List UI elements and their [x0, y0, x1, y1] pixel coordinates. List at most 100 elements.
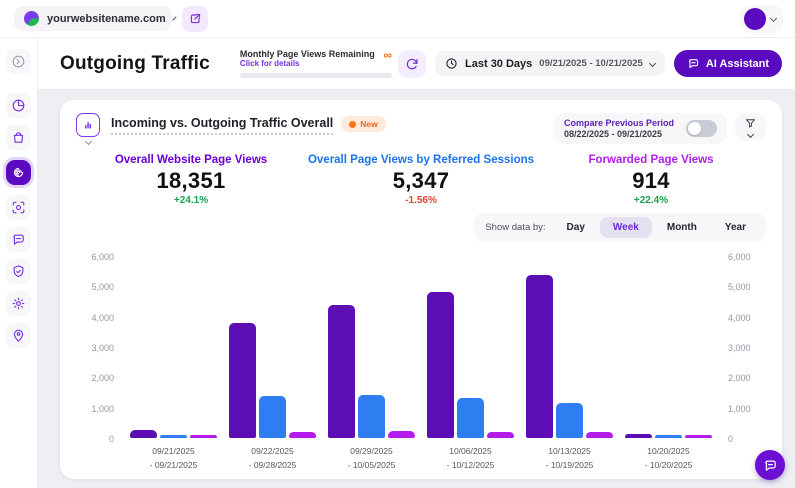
metric-forwarded-page-views: Forwarded Page Views 914 +22.4%: [536, 154, 766, 206]
quota-details-link[interactable]: Click for details: [240, 59, 383, 68]
sidebar-item-security[interactable]: [6, 259, 31, 284]
metric-value: 5,347: [306, 168, 536, 194]
y-tick-label: 6,000: [76, 252, 114, 262]
traffic-spiral-icon: [11, 165, 26, 180]
bar-website-page-views[interactable]: [130, 430, 157, 438]
page-title: Outgoing Traffic: [60, 53, 210, 75]
top-bar: yourwebsitename.com: [0, 0, 795, 38]
sidebar: [0, 38, 38, 488]
open-website-button[interactable]: [182, 6, 208, 32]
chat-widget-button[interactable]: [755, 450, 785, 480]
new-badge-label: New: [360, 119, 377, 129]
tab-period-year[interactable]: Year: [712, 217, 759, 238]
metric-delta: -1.56%: [306, 195, 536, 206]
bar-forwarded-page-views[interactable]: [388, 431, 415, 438]
metric-website-page-views: Overall Website Page Views 18,351 +24.1%: [76, 154, 306, 206]
chat-icon: [11, 232, 26, 247]
bar-website-page-views[interactable]: [328, 305, 355, 438]
chart-plot-area: 09/21/2025- 09/21/2025 09/22/2025- 09/28/…: [120, 252, 722, 473]
date-range-selector[interactable]: Last 30 Days 09/21/2025 - 10/21/2025: [435, 51, 665, 76]
y-tick-label: 0: [76, 434, 114, 444]
refresh-button[interactable]: [398, 50, 426, 78]
chevron-down-icon: [649, 60, 656, 67]
y-tick-label: 3,000: [728, 343, 766, 353]
bar-forwarded-page-views[interactable]: [289, 432, 316, 438]
bar-group: 09/29/2025- 10/05/2025: [328, 252, 415, 473]
card-title[interactable]: Incoming vs. Outgoing Traffic Overall: [111, 116, 333, 135]
compare-toggle[interactable]: [686, 120, 717, 137]
tab-period-month[interactable]: Month: [654, 217, 710, 238]
bar-referred-sessions[interactable]: [655, 435, 682, 438]
x-axis-label: 09/21/2025- 09/21/2025: [150, 445, 198, 472]
sidebar-item-goals[interactable]: [6, 195, 31, 220]
y-tick-label: 1,000: [728, 404, 766, 414]
y-tick-label: 6,000: [728, 252, 766, 262]
filter-button[interactable]: [735, 113, 766, 140]
bar-website-page-views[interactable]: [625, 434, 652, 438]
compare-label: Compare Previous Period: [564, 118, 674, 128]
y-tick-label: 5,000: [76, 282, 114, 292]
ai-assistant-label: AI Assistant: [706, 58, 769, 70]
chat-bubble-icon: [763, 458, 778, 473]
bar-website-page-views[interactable]: [526, 275, 553, 438]
funnel-icon: [744, 117, 757, 130]
pie-chart-icon: [11, 98, 26, 113]
y-axis-right: 6,0005,0004,0003,0002,0001,0000: [722, 252, 766, 444]
clock-icon: [445, 57, 458, 70]
tab-period-day[interactable]: Day: [554, 217, 598, 238]
page-header: Outgoing Traffic Monthly Page Views Rema…: [38, 38, 795, 90]
ai-assistant-button[interactable]: AI Assistant: [674, 50, 782, 77]
bar-forwarded-page-views[interactable]: [685, 435, 712, 438]
bar-website-page-views[interactable]: [229, 323, 256, 438]
bar-forwarded-page-views[interactable]: [586, 432, 613, 438]
metric-label: Overall Page Views by Referred Sessions: [306, 154, 536, 166]
sidebar-item-analytics[interactable]: [6, 93, 31, 118]
y-tick-label: 4,000: [728, 313, 766, 323]
metrics-row: Overall Website Page Views 18,351 +24.1%…: [76, 154, 766, 206]
x-axis-label: 09/22/2025- 09/28/2025: [249, 445, 297, 472]
external-link-icon: [189, 12, 202, 25]
bar-referred-sessions[interactable]: [259, 396, 286, 438]
user-menu[interactable]: [740, 5, 783, 33]
compare-dates: 08/22/2025 - 09/21/2025: [564, 129, 674, 139]
avatar: [744, 8, 766, 30]
sidebar-item-orders[interactable]: [6, 125, 31, 150]
chevron-down-icon: [84, 138, 91, 145]
tab-period-week[interactable]: Week: [600, 217, 652, 238]
sidebar-item-visitors[interactable]: [6, 323, 31, 348]
quota-label: Monthly Page Views Remaining: [240, 49, 383, 59]
bar-website-page-views[interactable]: [427, 292, 454, 438]
bar-referred-sessions[interactable]: [457, 398, 484, 438]
website-selector[interactable]: yourwebsitename.com: [14, 6, 172, 31]
quota-widget: Monthly Page Views Remaining Click for d…: [240, 49, 392, 78]
sidebar-item-traffic[interactable]: [6, 160, 31, 185]
x-axis-label: 10/06/2025- 10/12/2025: [447, 445, 495, 472]
new-badge: New: [341, 116, 385, 132]
bar-forwarded-page-views[interactable]: [487, 432, 514, 439]
bar-referred-sessions[interactable]: [556, 403, 583, 438]
sidebar-item-messages[interactable]: [6, 227, 31, 252]
chevron-down-icon: [747, 131, 754, 138]
y-tick-label: 1,000: [76, 404, 114, 414]
bar-forwarded-page-views[interactable]: [190, 435, 217, 438]
toggle-knob: [688, 122, 701, 135]
chat-bubble-icon: [687, 57, 700, 70]
x-axis-label: 10/20/2025- 10/20/2025: [645, 445, 693, 472]
y-tick-label: 2,000: [728, 373, 766, 383]
sidebar-item-expand-sidebar[interactable]: [6, 49, 31, 74]
y-tick-label: 5,000: [728, 282, 766, 292]
metric-delta: +22.4%: [536, 195, 766, 206]
infinity-value: ∞: [383, 49, 392, 61]
period-tabs: DayWeekMonthYear: [554, 217, 759, 238]
bar-group: 10/20/2025- 10/20/2025: [625, 252, 712, 473]
y-tick-label: 2,000: [76, 373, 114, 383]
bar-group: 09/22/2025- 09/28/2025: [229, 252, 316, 473]
sidebar-item-settings[interactable]: [6, 291, 31, 316]
bar-referred-sessions[interactable]: [358, 395, 385, 438]
collapse-section-button[interactable]: [76, 113, 100, 144]
chevron-down-icon: [172, 16, 176, 20]
bar-chart-icon: [76, 113, 100, 137]
refresh-icon: [405, 57, 419, 71]
bar-referred-sessions[interactable]: [160, 435, 187, 438]
expand-sidebar-icon: [11, 54, 26, 69]
